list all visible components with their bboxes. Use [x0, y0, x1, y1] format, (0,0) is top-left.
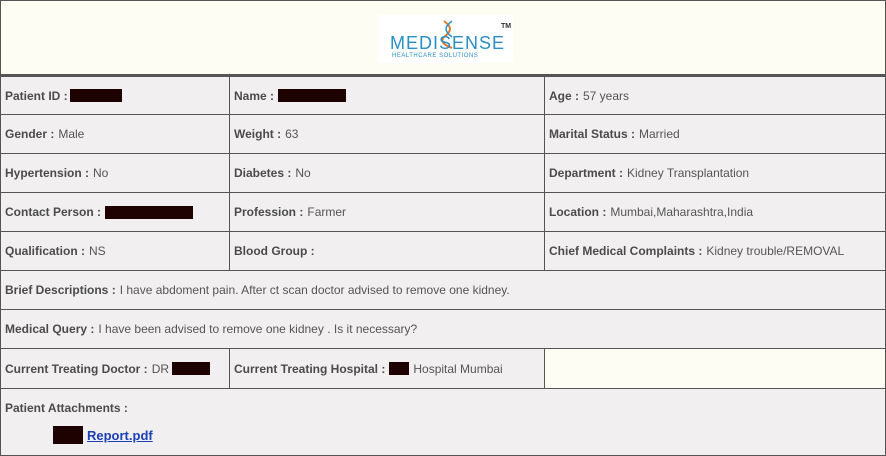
location-cell: Location : Mumbai,Maharashtra,India	[544, 192, 886, 232]
weight-value: 63	[285, 127, 299, 141]
department-value: Kidney Transplantation	[627, 166, 750, 180]
redaction-block	[278, 89, 347, 102]
blood-group-label: Blood Group :	[234, 244, 315, 258]
medisense-logo: MEDISENSE HEALTHCARE SOLUTIONS TM	[378, 15, 513, 63]
chief-complaints-cell: Chief Medical Complaints : Kidney troubl…	[544, 231, 886, 271]
brief-description-cell: Brief Descriptions : I have abdoment pai…	[0, 270, 886, 310]
attachments-label: Patient Attachments :	[5, 401, 128, 415]
age-label: Age :	[549, 88, 579, 103]
gender-cell: Gender : Male	[0, 114, 230, 154]
diabetes-value: No	[295, 166, 311, 180]
location-value: Mumbai,Maharashtra,India	[610, 205, 754, 219]
patient-id-label: Patient ID :	[5, 88, 68, 103]
attachments-section: Patient Attachments : Report.pdf	[0, 388, 886, 456]
department-label: Department :	[549, 166, 624, 180]
redaction-block	[389, 362, 410, 375]
weight-label: Weight :	[234, 127, 282, 141]
profession-label: Profession :	[234, 205, 304, 219]
contact-person-label: Contact Person :	[5, 205, 102, 219]
redaction-block	[53, 426, 83, 444]
marital-status-value: Married	[639, 127, 680, 141]
gender-label: Gender :	[5, 127, 55, 141]
qualification-cell: Qualification : NS	[0, 231, 230, 271]
logo-tagline: HEALTHCARE SOLUTIONS	[392, 53, 479, 59]
chief-complaints-value: Kidney trouble/REMOVAL	[706, 244, 845, 258]
profession-value: Farmer	[307, 205, 347, 219]
name-label: Name :	[234, 88, 275, 103]
redaction-block	[69, 89, 122, 102]
treating-doctor-value: DR	[151, 361, 170, 376]
hypertension-cell: Hypertension : No	[0, 153, 230, 193]
marital-status-label: Marital Status :	[549, 127, 636, 141]
report-pdf-link[interactable]: Report.pdf	[87, 428, 153, 443]
trademark: TM	[501, 23, 512, 30]
age-value: 57 years	[583, 88, 630, 103]
location-label: Location :	[549, 205, 607, 219]
qualification-label: Qualification :	[5, 244, 86, 258]
qualification-value: NS	[89, 244, 106, 258]
patient-id-cell: Patient ID :	[0, 76, 230, 115]
chief-complaints-label: Chief Medical Complaints :	[549, 244, 703, 258]
header: MEDISENSE HEALTHCARE SOLUTIONS TM	[0, 0, 886, 76]
treating-doctor-cell: Current Treating Doctor : DR	[0, 348, 230, 389]
treating-hospital-value: Hospital Mumbai	[413, 361, 503, 376]
redaction-block	[172, 362, 211, 375]
diabetes-cell: Diabetes : No	[229, 153, 545, 193]
gender-value: Male	[58, 127, 85, 141]
patient-record: MEDISENSE HEALTHCARE SOLUTIONS TM Patien…	[0, 0, 886, 456]
medical-query-cell: Medical Query : I have been advised to r…	[0, 309, 886, 349]
weight-cell: Weight : 63	[229, 114, 545, 154]
logo-brand: MEDISENSE	[390, 33, 506, 53]
age-cell: Age : 57 years	[544, 76, 886, 115]
attachment-item: Report.pdf	[53, 426, 153, 444]
profession-cell: Profession : Farmer	[229, 192, 545, 232]
treating-hospital-label: Current Treating Hospital :	[234, 361, 386, 376]
contact-person-cell: Contact Person :	[0, 192, 230, 232]
medical-query-label: Medical Query :	[5, 322, 95, 336]
redaction-block	[105, 205, 194, 219]
blood-group-cell: Blood Group :	[229, 231, 545, 271]
treating-hospital-cell: Current Treating Hospital : Hospital Mum…	[229, 348, 545, 389]
hypertension-label: Hypertension :	[5, 166, 90, 180]
medical-query-value: I have been advised to remove one kidney…	[98, 322, 418, 336]
name-cell: Name :	[229, 76, 545, 115]
empty-cell	[544, 348, 886, 389]
department-cell: Department : Kidney Transplantation	[544, 153, 886, 193]
brief-description-label: Brief Descriptions :	[5, 283, 116, 297]
hypertension-value: No	[93, 166, 109, 180]
diabetes-label: Diabetes :	[234, 166, 292, 180]
marital-status-cell: Marital Status : Married	[544, 114, 886, 154]
treating-doctor-label: Current Treating Doctor :	[5, 361, 148, 376]
brief-description-value: I have abdoment pain. After ct scan doct…	[119, 283, 510, 297]
